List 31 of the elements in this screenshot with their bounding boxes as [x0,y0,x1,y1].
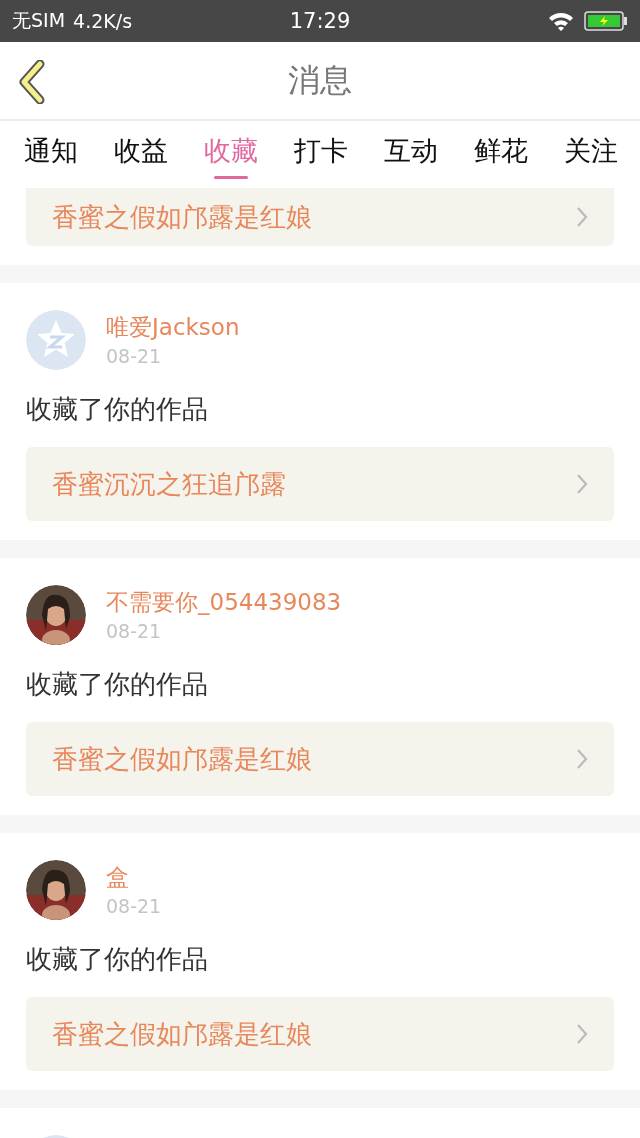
chevron-right-icon [576,1023,588,1045]
work-link[interactable]: 香蜜之假如邝露是红娘 [26,188,614,246]
notification-text: 收藏了你的作品 [26,668,209,701]
work-link[interactable]: 香蜜之假如邝露是红娘 [26,722,614,796]
tab[interactable]: 鲜花 [474,121,528,187]
notification-date: 08-21 [106,895,162,917]
notification-text: 收藏了你的作品 [26,393,209,426]
work-link[interactable]: 香蜜沉沉之狂追邝露 [26,447,614,521]
chevron-right-icon [576,473,588,495]
notification-date: 08-21 [106,345,163,367]
page-title: 消息 [288,59,352,101]
chevron-right-icon [576,748,588,770]
tab[interactable]: 收益 [114,121,168,187]
work-link[interactable]: 香蜜之假如邝露是红娘 [26,997,614,1071]
notification-text: 收藏了你的作品 [26,943,209,976]
tab[interactable]: 关注 [564,121,618,187]
user-name[interactable]: 唯爱Jackson [106,312,240,343]
user-name[interactable]: 盒 [106,862,162,893]
carrier-label: 无SIM [12,8,66,33]
notification-date: 08-21 [106,620,163,642]
battery-icon [584,11,628,31]
tab[interactable]: 互动 [384,121,438,187]
clock: 17:29 [288,9,352,33]
tab[interactable]: 收藏 [204,121,258,187]
tab[interactable]: 通知 [24,121,78,187]
user-name[interactable]: 不需要你_054439083 [106,587,342,618]
network-speed: 4.2K/s [73,10,133,32]
chevron-right-icon [576,206,588,228]
wifi-icon [548,11,574,31]
tab[interactable]: 打卡 [294,121,348,187]
avatar-icon [26,310,86,370]
